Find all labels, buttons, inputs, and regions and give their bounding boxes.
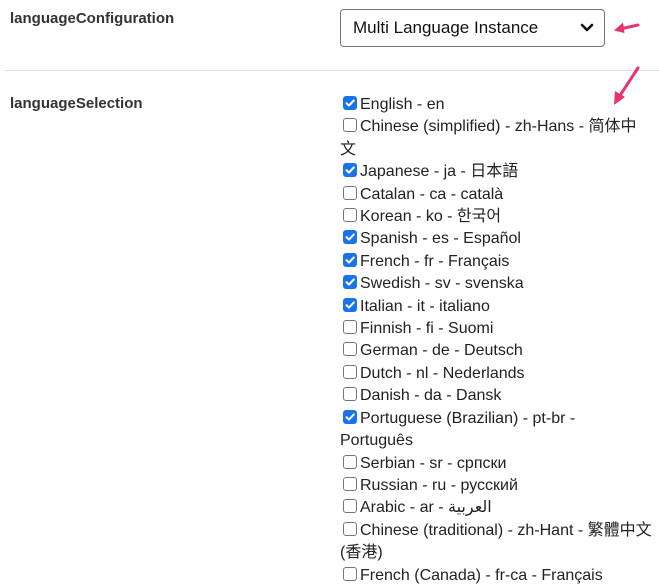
checkbox-unchecked[interactable]	[343, 566, 357, 581]
checkbox-checked[interactable]	[343, 409, 357, 424]
language-option-label: Danish - da - Dansk	[360, 387, 502, 405]
language-option-label: English - en	[360, 96, 445, 113]
checkmark-icon	[345, 278, 355, 286]
checkbox-unchecked[interactable]	[343, 320, 357, 335]
language-option-label: Italian - it - italiano	[360, 297, 490, 315]
checkbox-unchecked[interactable]	[343, 185, 357, 200]
language-option-label: Spanish - es - Español	[360, 230, 521, 248]
checkbox-checked[interactable]	[343, 163, 357, 178]
language-option-label: Japanese - ja - 日本語	[360, 163, 519, 181]
language-option-label: Catalan - ca - català	[360, 185, 504, 203]
checkbox-unchecked[interactable]	[343, 521, 357, 536]
language-option[interactable]: Korean - ko - 한국어	[340, 206, 652, 228]
checkmark-icon	[345, 301, 355, 309]
checkmark-icon	[345, 256, 355, 264]
chevron-down-icon	[580, 23, 594, 32]
language-option[interactable]: Spanish - es - Español	[340, 228, 652, 250]
language-configuration-select[interactable]: Multi Language Instance	[340, 9, 605, 47]
language-option[interactable]: Dutch - nl - Nederlands	[340, 363, 652, 385]
checkbox-unchecked[interactable]	[343, 118, 357, 133]
checkmark-icon	[345, 166, 355, 174]
language-option[interactable]: Chinese (traditional) - zh-Hant - 繁體中文 (…	[340, 520, 652, 565]
checkbox-unchecked[interactable]	[343, 342, 357, 357]
language-option[interactable]: Danish - da - Dansk	[340, 385, 652, 407]
checkmark-icon	[345, 413, 355, 421]
section-divider	[5, 70, 659, 71]
language-option-label: Chinese (simplified) - zh-Hans - 简体中文	[340, 118, 637, 158]
language-option[interactable]: German - de - Deutsch	[340, 340, 652, 362]
language-option[interactable]: Swedish - sv - svenska	[340, 273, 652, 295]
language-option[interactable]: Portuguese (Brazilian) - pt-br - Portugu…	[340, 408, 652, 453]
language-option-label: Portuguese (Brazilian) - pt-br - Portugu…	[340, 409, 576, 450]
checkbox-unchecked[interactable]	[343, 454, 357, 469]
language-option[interactable]: French - fr - Français	[340, 251, 652, 273]
language-option-label: Serbian - sr - српски	[360, 454, 507, 472]
checkbox-checked[interactable]	[343, 297, 357, 312]
language-option[interactable]: French (Canada) - fr-ca - Français	[340, 565, 652, 587]
checkbox-unchecked[interactable]	[343, 387, 357, 402]
language-option[interactable]: Italian - it - italiano	[340, 296, 652, 318]
language-option[interactable]: Russian - ru - русский	[340, 475, 652, 497]
language-option[interactable]: Chinese (simplified) - zh-Hans - 简体中文	[340, 116, 652, 161]
arrow-icon	[614, 22, 640, 33]
checkmark-icon	[345, 99, 355, 107]
checkbox-unchecked[interactable]	[343, 364, 357, 379]
language-option-label: Finnish - fi - Suomi	[360, 320, 494, 338]
language-option-label: French (Canada) - fr-ca - Français	[360, 566, 603, 584]
language-option[interactable]: Serbian - sr - српски	[340, 453, 652, 475]
language-selection-label: languageSelection	[10, 95, 143, 112]
language-option-label: Arabic - ar - العربية	[360, 499, 492, 517]
language-configuration-label: languageConfiguration	[10, 10, 175, 27]
checkbox-unchecked[interactable]	[343, 476, 357, 491]
checkbox-checked[interactable]	[343, 96, 357, 110]
language-option-label: Russian - ru - русский	[360, 476, 518, 494]
checkmark-icon	[345, 233, 355, 242]
checkbox-checked[interactable]	[343, 252, 357, 267]
language-configuration-value: Multi Language Instance	[353, 18, 539, 37]
language-option-label: Swedish - sv - svenska	[360, 275, 524, 293]
language-option[interactable]: Arabic - ar - العربية	[340, 497, 652, 519]
checkbox-unchecked[interactable]	[343, 499, 357, 514]
language-option[interactable]: Finnish - fi - Suomi	[340, 318, 652, 340]
language-option[interactable]: Japanese - ja - 日本語	[340, 161, 652, 183]
checkbox-unchecked[interactable]	[343, 208, 357, 223]
language-option-label: French - fr - Français	[360, 252, 510, 270]
language-option[interactable]: English - en	[340, 94, 652, 116]
language-option-label: Chinese (traditional) - zh-Hant - 繁體中文 (…	[340, 521, 652, 562]
language-option-label: German - de - Deutsch	[360, 342, 523, 360]
checkbox-checked[interactable]	[343, 230, 357, 245]
language-option-label: Dutch - nl - Nederlands	[360, 364, 525, 382]
checkbox-checked[interactable]	[343, 275, 357, 290]
language-checkbox-list: English - en Chinese (simplified) - zh-Ha…	[340, 94, 652, 587]
language-option[interactable]: Catalan - ca - català	[340, 184, 652, 206]
language-option-label: Korean - ko - 한국어	[360, 208, 502, 226]
